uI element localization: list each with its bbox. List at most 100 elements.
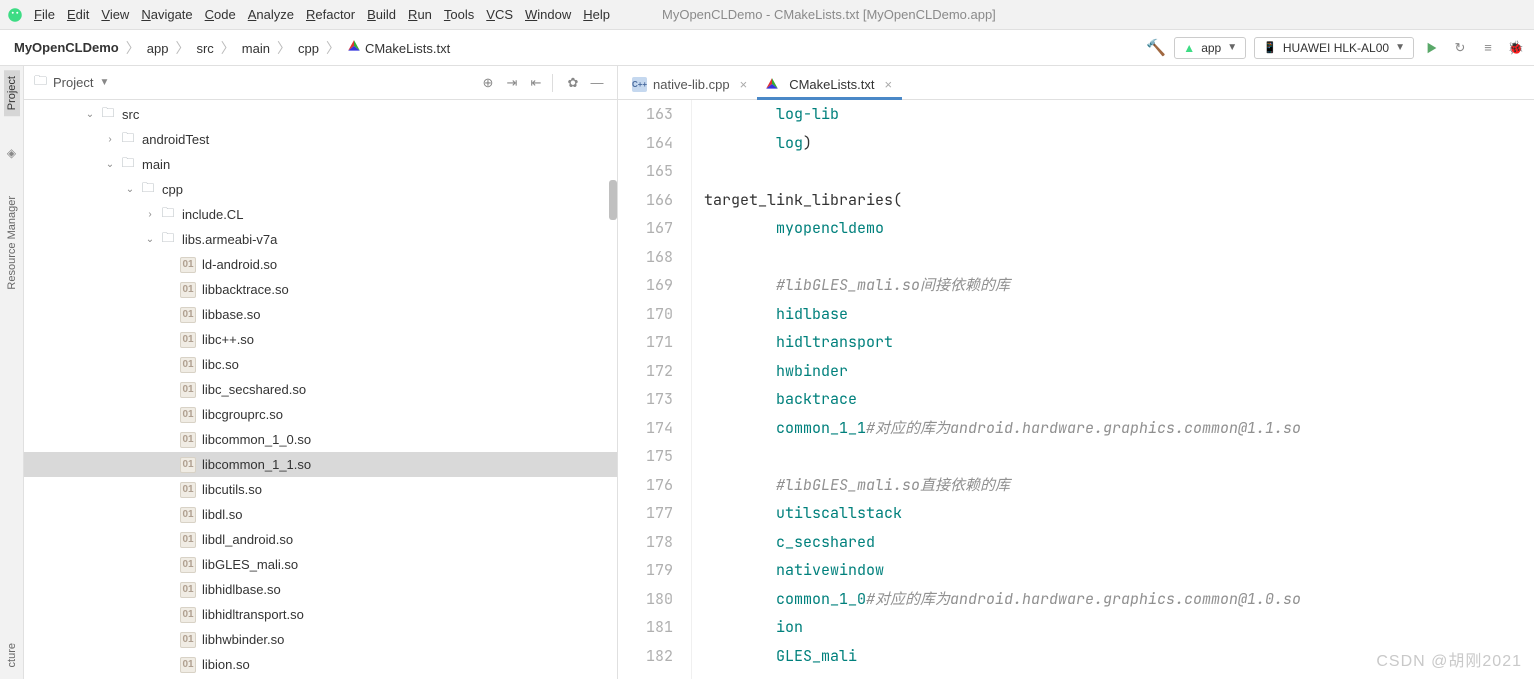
tree-file[interactable]: 01libion.so	[24, 652, 617, 677]
tree-file[interactable]: 01libhwbinder.so	[24, 627, 617, 652]
code-line[interactable]: utilscallstack	[704, 499, 1534, 528]
code-line[interactable]: hwbinder	[704, 357, 1534, 386]
editor-tab[interactable]: CMakeLists.txt×	[757, 69, 902, 99]
code-line[interactable]: #libGLES_mali.so直接依赖的库	[704, 471, 1534, 500]
tree-file[interactable]: 01libbacktrace.so	[24, 277, 617, 302]
tree-twisty[interactable]: ⌄	[104, 159, 116, 170]
code-line[interactable]: common_1_0#对应的库为android.hardware.graphic…	[704, 585, 1534, 614]
code-line[interactable]	[704, 243, 1534, 272]
tree-file[interactable]: 01libdl_android.so	[24, 527, 617, 552]
tree-file[interactable]: 01libbase.so	[24, 302, 617, 327]
tree-folder[interactable]: ⌄🗀src	[24, 102, 617, 127]
close-tab-icon[interactable]: ×	[740, 77, 748, 92]
debug-button[interactable]: 🐞	[1506, 38, 1526, 58]
menu-item-build[interactable]: Build	[367, 7, 396, 22]
editor-tab[interactable]: C++native-lib.cpp×	[624, 69, 757, 99]
breadcrumb-part[interactable]: src	[190, 41, 219, 56]
tree-file[interactable]: 01libcgrouprc.so	[24, 402, 617, 427]
tree-file[interactable]: 01libdl.so	[24, 502, 617, 527]
code-line[interactable]: nativewindow	[704, 556, 1534, 585]
line-number: 179	[618, 556, 673, 585]
tree-file[interactable]: 01libhidlbase.so	[24, 577, 617, 602]
breadcrumb-part[interactable]: main	[236, 41, 276, 56]
menu-item-run[interactable]: Run	[408, 7, 432, 22]
tree-item-label: ld-android.so	[202, 257, 277, 272]
run-button[interactable]	[1422, 38, 1442, 58]
tree-folder[interactable]: ⌄🗀main	[24, 152, 617, 177]
line-number: 167	[618, 214, 673, 243]
code-line[interactable]: ion	[704, 613, 1534, 642]
menu-item-vcs[interactable]: VCS	[486, 7, 513, 22]
tree-file[interactable]: 01libcutils.so	[24, 477, 617, 502]
breadcrumb-root[interactable]: MyOpenCLDemo	[8, 40, 125, 55]
collapse-all-button[interactable]: ⇤	[526, 73, 546, 93]
apply-code-button[interactable]: ≡	[1478, 38, 1498, 58]
code-line[interactable]	[704, 442, 1534, 471]
hide-button[interactable]: —	[587, 73, 607, 93]
menu-item-navigate[interactable]: Navigate	[141, 7, 192, 22]
tree-file[interactable]: 01libc.so	[24, 352, 617, 377]
line-number: 181	[618, 613, 673, 642]
code-line[interactable]	[704, 157, 1534, 186]
project-view-selector[interactable]: 🗀 Project ▼	[34, 72, 109, 94]
code-content[interactable]: log-lib log) target_link_libraries( myope…	[692, 100, 1534, 679]
tree-file[interactable]: 01libc++.so	[24, 327, 617, 352]
menu-item-code[interactable]: Code	[205, 7, 236, 22]
tree-file[interactable]: 01libc_secshared.so	[24, 377, 617, 402]
device-selector[interactable]: 📱 HUAWEI HLK-AL00 ▼	[1254, 37, 1414, 59]
rail-tab-project[interactable]: Project	[4, 70, 20, 116]
code-editor[interactable]: 1631641651661671681691701711721731741751…	[618, 100, 1534, 679]
breadcrumb-part[interactable]: cpp	[292, 41, 325, 56]
tree-twisty[interactable]: ⌄	[124, 184, 136, 195]
code-line[interactable]: target_link_libraries(	[704, 186, 1534, 215]
code-line[interactable]: log)	[704, 129, 1534, 158]
tree-file[interactable]: 01libhidltransport.so	[24, 602, 617, 627]
scrollbar-thumb[interactable]	[609, 180, 617, 220]
code-line[interactable]: backtrace	[704, 385, 1534, 414]
line-number: 164	[618, 129, 673, 158]
tree-folder[interactable]: ⌄🗀libs.armeabi-v7a	[24, 227, 617, 252]
menu-item-view[interactable]: View	[101, 7, 129, 22]
breadcrumb-part[interactable]: app	[141, 41, 175, 56]
tree-folder[interactable]: ›🗀androidTest	[24, 127, 617, 152]
tree-file[interactable]: 01ld-android.so	[24, 252, 617, 277]
code-line[interactable]: log-lib	[704, 100, 1534, 129]
breadcrumb-part[interactable]: CMakeLists.txt	[341, 41, 456, 56]
so-file-icon: 01	[180, 632, 196, 648]
code-line[interactable]: hidltransport	[704, 328, 1534, 357]
code-line[interactable]: c_secshared	[704, 528, 1534, 557]
tree-twisty[interactable]: ⌄	[144, 234, 156, 245]
tree-file[interactable]: 01libcommon_1_1.so	[24, 452, 617, 477]
tree-twisty[interactable]: ⌄	[84, 109, 96, 120]
code-line[interactable]: hidlbase	[704, 300, 1534, 329]
apply-changes-button[interactable]: ↻	[1450, 38, 1470, 58]
menu-item-tools[interactable]: Tools	[444, 7, 474, 22]
menu-item-help[interactable]: Help	[583, 7, 610, 22]
chevron-down-icon: ▼	[1227, 42, 1237, 53]
tree-folder[interactable]: ›🗀include.CL	[24, 202, 617, 227]
close-tab-icon[interactable]: ×	[884, 77, 892, 92]
tree-item-label: libhidltransport.so	[202, 607, 304, 622]
code-line[interactable]: common_1_1#对应的库为android.hardware.graphic…	[704, 414, 1534, 443]
menu-item-refactor[interactable]: Refactor	[306, 7, 355, 22]
menu-item-file[interactable]: File	[34, 7, 55, 22]
menu-item-window[interactable]: Window	[525, 7, 571, 22]
tree-item-label: libhidlbase.so	[202, 582, 281, 597]
rail-tab-resource-manager[interactable]: Resource Manager	[4, 190, 20, 296]
tree-file[interactable]: 01libcommon_1_0.so	[24, 427, 617, 452]
code-line[interactable]: #libGLES_mali.so间接依赖的库	[704, 271, 1534, 300]
gear-icon[interactable]: ✿	[563, 73, 583, 93]
project-tree[interactable]: ⌄🗀src›🗀androidTest⌄🗀main⌄🗀cpp›🗀include.C…	[24, 100, 617, 679]
run-config-selector[interactable]: ▲ app ▼	[1174, 37, 1246, 59]
tree-twisty[interactable]: ›	[144, 209, 156, 220]
code-line[interactable]: myopencldemo	[704, 214, 1534, 243]
rail-tab-structure[interactable]: cture	[4, 637, 20, 673]
tree-twisty[interactable]: ›	[104, 134, 116, 145]
tree-folder[interactable]: ⌄🗀cpp	[24, 177, 617, 202]
build-button[interactable]: 🔨	[1146, 38, 1166, 58]
locate-button[interactable]: ⊕	[478, 73, 498, 93]
menu-item-edit[interactable]: Edit	[67, 7, 89, 22]
menu-item-analyze[interactable]: Analyze	[248, 7, 294, 22]
tree-file[interactable]: 01libGLES_mali.so	[24, 552, 617, 577]
expand-all-button[interactable]: ⇥	[502, 73, 522, 93]
